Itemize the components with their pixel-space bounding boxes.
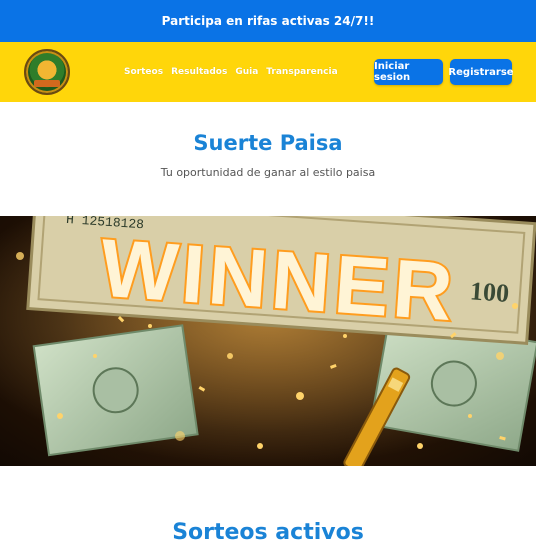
- nav-link-guia[interactable]: Guia: [235, 67, 258, 77]
- section-title-active-raffles: Sorteos activos: [172, 520, 364, 541]
- main-nav: Sorteos Resultados Guia Transparencia: [124, 42, 338, 102]
- winner-banner-image: H 12518128 100 WINNER: [0, 216, 536, 466]
- site-logo[interactable]: [24, 49, 70, 95]
- site-header: Sorteos Resultados Guia Transparencia In…: [0, 42, 536, 102]
- promo-text: Participa en rifas activas 24/7!!: [161, 14, 375, 28]
- hero-subtitle: Tu oportunidad de ganar al estilo paisa: [160, 166, 376, 179]
- register-button[interactable]: Registrarse: [448, 59, 514, 85]
- nav-link-sorteos[interactable]: Sorteos: [124, 67, 163, 77]
- promo-bar: Participa en rifas activas 24/7!!: [0, 0, 536, 42]
- bill-denomination: 100: [469, 276, 510, 308]
- login-button[interactable]: Iniciar sesion: [374, 59, 443, 85]
- nav-link-transparencia[interactable]: Transparencia: [266, 67, 337, 77]
- hero-title: Suerte Paisa: [193, 131, 343, 155]
- banner-art: H 12518128 100 WINNER: [0, 216, 536, 466]
- nav-link-resultados[interactable]: Resultados: [171, 67, 227, 77]
- bill-left: [32, 324, 199, 457]
